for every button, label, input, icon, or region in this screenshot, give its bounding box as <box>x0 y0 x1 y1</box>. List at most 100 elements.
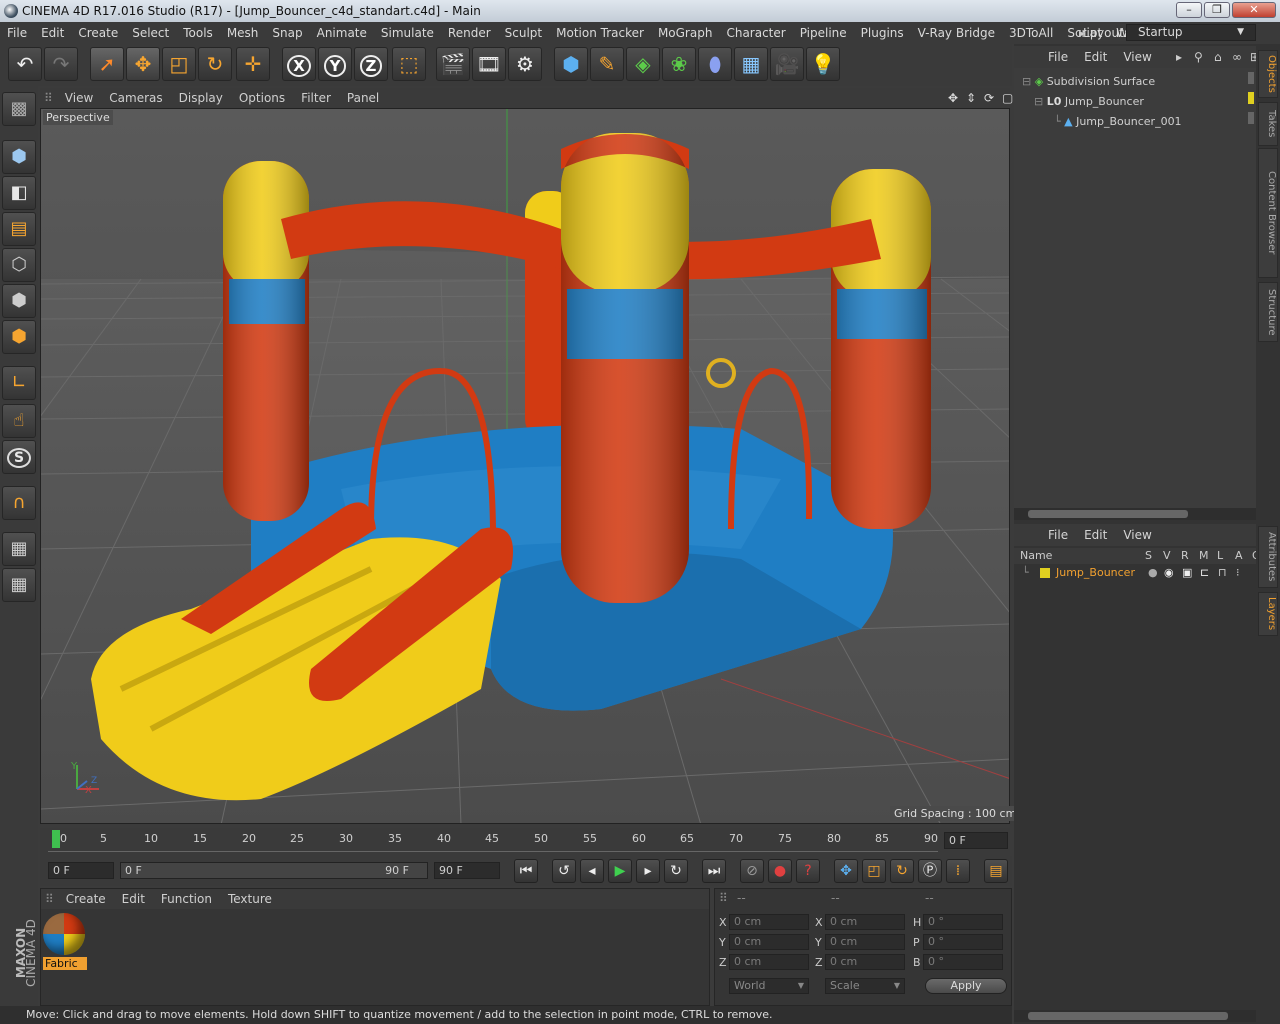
menu-select[interactable]: Select <box>125 22 176 44</box>
tab-objects[interactable]: Objects <box>1258 50 1278 98</box>
menu-mesh[interactable]: Mesh <box>220 22 266 44</box>
cube-icon[interactable]: ⬢ <box>554 47 588 81</box>
position-y-field[interactable]: 0 cm <box>729 934 809 950</box>
subdivision-icon[interactable]: ◈ <box>626 47 660 81</box>
menu-character[interactable]: Character <box>719 22 792 44</box>
tab-takes[interactable]: Takes <box>1258 102 1278 146</box>
record-keys-icon[interactable]: ⊘ <box>740 859 764 883</box>
close-button[interactable]: ✕ <box>1232 2 1276 18</box>
solo-icon[interactable]: ● <box>1148 564 1158 582</box>
coordinate-system-icon[interactable]: ⬚ <box>392 47 426 81</box>
tree-item-subdivision-surface[interactable]: ⊟ ◈ Subdivision Surface <box>1014 72 1256 92</box>
layers-col-locked[interactable]: L <box>1217 548 1223 564</box>
layer-row[interactable]: └ Jump_Bouncer ● ◉ ▣ ⊏ ⊓ ⁝ <box>1014 564 1256 582</box>
tab-layers[interactable]: Layers <box>1258 592 1278 636</box>
autokey-icon[interactable]: ● <box>768 859 792 883</box>
menu-render[interactable]: Render <box>441 22 498 44</box>
move-icon[interactable]: ✥ <box>126 47 160 81</box>
viewport-menu-filter[interactable]: Filter <box>293 88 339 108</box>
viewport-menu-view[interactable]: View <box>57 88 101 108</box>
redo-icon[interactable]: ↷ <box>44 47 78 81</box>
make-editable-icon[interactable]: ▩ <box>2 92 36 126</box>
key-parameter-icon[interactable]: Ⓟ <box>918 859 942 883</box>
previous-frame-icon[interactable]: ◂ <box>580 859 604 883</box>
go-to-end-icon[interactable]: ⏭ <box>702 859 726 883</box>
menu-snap[interactable]: Snap <box>265 22 309 44</box>
material-menu-function[interactable]: Function <box>153 889 220 909</box>
manager-icon[interactable]: ⊏ <box>1200 564 1209 582</box>
layers-menu-edit[interactable]: Edit <box>1076 524 1115 546</box>
deformer-icon[interactable]: ⬮ <box>698 47 732 81</box>
menu-tools[interactable]: Tools <box>176 22 220 44</box>
apply-button[interactable]: Apply <box>925 978 1007 994</box>
rotation-h-field[interactable]: 0 ° <box>923 914 1003 930</box>
layers-horizontal-scrollbar[interactable] <box>1014 1010 1256 1022</box>
menu-pipeline[interactable]: Pipeline <box>793 22 854 44</box>
menu-edit[interactable]: Edit <box>34 22 71 44</box>
next-key-icon[interactable]: ↻ <box>664 859 688 883</box>
render-picture-viewer-icon[interactable]: 🎞 <box>472 47 506 81</box>
layers-menu-file[interactable]: File <box>1040 524 1076 546</box>
menu-create[interactable]: Create <box>71 22 125 44</box>
frame-range-slider[interactable]: 0 F 90 F <box>120 862 428 879</box>
layers-col-render[interactable]: R <box>1181 548 1189 564</box>
layers-col-animation[interactable]: A <box>1235 548 1243 564</box>
viewport-menu-cameras[interactable]: Cameras <box>101 88 170 108</box>
material-menu-create[interactable]: Create <box>58 889 114 909</box>
objects-menu-edit[interactable]: Edit <box>1076 46 1115 68</box>
next-frame-icon[interactable]: ▸ <box>636 859 660 883</box>
key-scale-icon[interactable]: ◰ <box>862 859 886 883</box>
key-point-level-icon[interactable]: ⁞ <box>946 859 970 883</box>
axis-mode-icon[interactable]: ∟ <box>2 366 36 400</box>
position-z-field[interactable]: 0 cm <box>729 954 809 970</box>
layout-dropdown[interactable]: Startup ▼ <box>1126 24 1256 41</box>
keyframe-selection-icon[interactable]: ? <box>796 859 820 883</box>
x-axis-icon[interactable]: X <box>282 47 316 81</box>
render-clapper-icon[interactable]: ▣ <box>1182 564 1192 582</box>
menu-file[interactable]: File <box>0 22 34 44</box>
tweak-icon[interactable]: ☝ <box>2 404 36 438</box>
menu-sculpt[interactable]: Sculpt <box>498 22 549 44</box>
points-mode-icon[interactable]: ⬡ <box>2 248 36 282</box>
menu-3dtoall[interactable]: 3DToAll <box>1002 22 1060 44</box>
menu-mograph[interactable]: MoGraph <box>651 22 720 44</box>
previous-key-icon[interactable]: ↺ <box>552 859 576 883</box>
floor-icon[interactable]: ▦ <box>734 47 768 81</box>
maximize-button[interactable]: ❐ <box>1204 2 1230 18</box>
timeline-track[interactable]: 0 5 10 15 20 25 30 35 40 45 50 55 60 65 … <box>48 830 938 852</box>
light-icon[interactable]: 💡 <box>806 47 840 81</box>
workplane-lock-icon[interactable]: ▦ <box>2 532 36 566</box>
objects-horizontal-scrollbar[interactable] <box>1014 508 1256 520</box>
tag-icon[interactable] <box>1248 112 1254 124</box>
perspective-viewport[interactable]: Y X Z <box>40 108 1010 824</box>
rotation-p-field[interactable]: 0 ° <box>923 934 1003 950</box>
z-axis-icon[interactable]: Z <box>354 47 388 81</box>
expand-icon[interactable]: ⊟ <box>1022 75 1031 88</box>
rotation-b-field[interactable]: 0 ° <box>923 954 1003 970</box>
texture-mode-icon[interactable]: ◧ <box>2 176 36 210</box>
position-x-field[interactable]: 0 cm <box>729 914 809 930</box>
render-view-icon[interactable]: 🎬 <box>436 47 470 81</box>
layers-col-manager[interactable]: M <box>1199 548 1209 564</box>
current-frame-field[interactable]: 0 F <box>944 832 1008 849</box>
menu-simulate[interactable]: Simulate <box>374 22 441 44</box>
coord-mode-dropdown[interactable]: World ▼ <box>729 978 809 994</box>
go-to-start-icon[interactable]: ⏮ <box>514 859 538 883</box>
scale-icon[interactable]: ◰ <box>162 47 196 81</box>
scrollbar-thumb[interactable] <box>1028 1012 1228 1020</box>
layers-col-solo[interactable]: S <box>1145 548 1152 564</box>
eye-icon[interactable]: ◉ <box>1164 564 1174 582</box>
end-frame-field[interactable]: 90 F <box>434 862 500 879</box>
render-settings-icon[interactable]: ⚙ <box>508 47 542 81</box>
tag-icon[interactable] <box>1248 72 1254 84</box>
menu-vray-bridge[interactable]: V-Ray Bridge <box>911 22 1002 44</box>
viewport-menu-options[interactable]: Options <box>231 88 293 108</box>
tab-structure[interactable]: Structure <box>1258 282 1278 342</box>
model-mode-icon[interactable]: ⬢ <box>2 140 36 174</box>
minimize-button[interactable]: – <box>1176 2 1202 18</box>
objects-menu-file[interactable]: File <box>1040 46 1076 68</box>
viewport-menu-display[interactable]: Display <box>171 88 231 108</box>
expand-icon[interactable]: ⊟ <box>1034 95 1043 108</box>
tree-item-jump-bouncer[interactable]: ⊟ L0 Jump_Bouncer <box>1014 92 1256 112</box>
cloner-icon[interactable]: ❀ <box>662 47 696 81</box>
